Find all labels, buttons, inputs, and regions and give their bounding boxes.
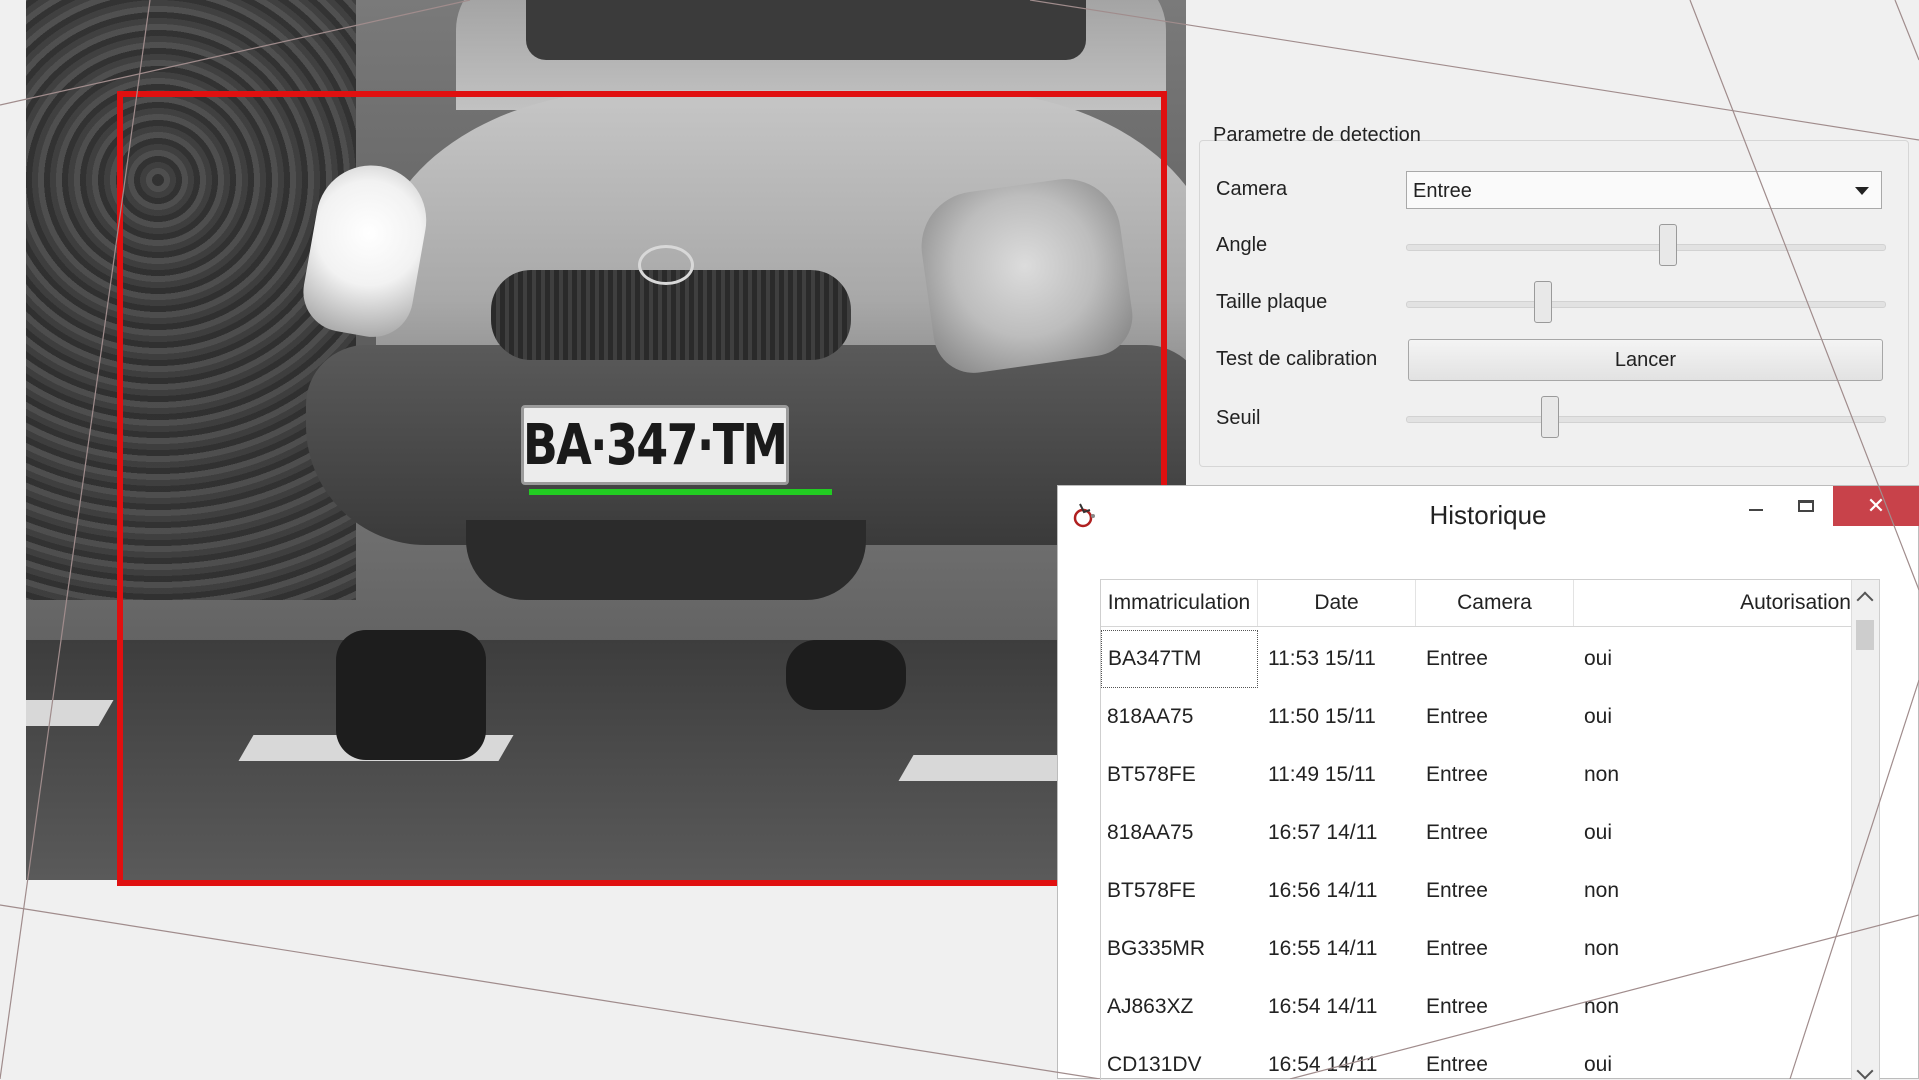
- table-header: Immatriculation Date Camera Autorisation: [1101, 580, 1852, 627]
- close-icon: ✕: [1866, 493, 1886, 518]
- cell-camera[interactable]: Entree: [1416, 978, 1574, 1036]
- cell-plate[interactable]: BT578FE: [1101, 746, 1258, 804]
- cell-date[interactable]: 11:50 15/11: [1258, 688, 1416, 746]
- threshold-slider-thumb[interactable]: [1541, 396, 1559, 438]
- maximize-button[interactable]: [1783, 486, 1829, 526]
- threshold-slider[interactable]: [1406, 396, 1886, 438]
- vehicle-detection-box: [117, 91, 1167, 886]
- table-row[interactable]: 818AA75 11:50 15/11 Entree oui: [1101, 688, 1852, 746]
- cell-plate[interactable]: AJ863XZ: [1101, 978, 1258, 1036]
- plate-size-slider[interactable]: [1406, 281, 1886, 323]
- cell-date[interactable]: 11:53 15/11: [1258, 630, 1416, 688]
- column-header-camera[interactable]: Camera: [1416, 580, 1574, 626]
- cell-authorization[interactable]: oui: [1574, 1036, 1852, 1080]
- scroll-thumb[interactable]: [1856, 620, 1874, 650]
- cell-camera[interactable]: Entree: [1416, 630, 1574, 688]
- cell-date[interactable]: 16:54 14/11: [1258, 978, 1416, 1036]
- cell-plate[interactable]: 818AA75: [1101, 688, 1258, 746]
- cell-plate[interactable]: 818AA75: [1101, 804, 1258, 862]
- cell-plate[interactable]: BT578FE: [1101, 862, 1258, 920]
- cell-authorization[interactable]: non: [1574, 920, 1852, 978]
- cell-plate[interactable]: CD131DV: [1101, 1036, 1258, 1080]
- angle-slider[interactable]: [1406, 224, 1886, 266]
- history-table[interactable]: Immatriculation Date Camera Autorisation…: [1100, 579, 1880, 1080]
- cell-authorization[interactable]: non: [1574, 862, 1852, 920]
- history-window: Historique ✕ Immatriculation Date Camera…: [1057, 485, 1919, 1080]
- minimize-icon: [1749, 509, 1763, 511]
- column-header-authorization[interactable]: Autorisation: [1574, 580, 1852, 626]
- run-calibration-button[interactable]: Lancer: [1408, 339, 1883, 381]
- cell-authorization[interactable]: non: [1574, 978, 1852, 1036]
- cell-date[interactable]: 16:55 14/11: [1258, 920, 1416, 978]
- plate-size-label: Taille plaque: [1216, 291, 1328, 313]
- threshold-slider-track[interactable]: [1406, 416, 1886, 423]
- cell-camera[interactable]: Entree: [1416, 746, 1574, 804]
- road-marking: [26, 700, 114, 726]
- cell-camera[interactable]: Entree: [1416, 1036, 1574, 1080]
- maximize-icon: [1798, 500, 1814, 512]
- table-row[interactable]: BA347TM 11:53 15/11 Entree oui: [1101, 630, 1852, 688]
- scroll-up-icon[interactable]: [1856, 591, 1874, 609]
- close-button[interactable]: ✕: [1833, 486, 1919, 526]
- cell-date[interactable]: 16:57 14/11: [1258, 804, 1416, 862]
- angle-slider-track[interactable]: [1406, 244, 1886, 251]
- camera-select-value: Entree: [1413, 180, 1472, 202]
- cell-plate[interactable]: BG335MR: [1101, 920, 1258, 978]
- minimize-button[interactable]: [1733, 486, 1779, 526]
- plate-size-slider-thumb[interactable]: [1533, 281, 1552, 323]
- cell-authorization[interactable]: oui: [1574, 804, 1852, 862]
- cell-plate[interactable]: BA347TM: [1101, 630, 1258, 688]
- cell-date[interactable]: 16:54 14/11: [1258, 1036, 1416, 1080]
- table-row[interactable]: BG335MR 16:55 14/11 Entree non: [1101, 920, 1852, 978]
- detection-panel-title: Parametre de detection: [1213, 124, 1421, 146]
- chevron-down-icon[interactable]: [1855, 187, 1869, 195]
- column-header-plate[interactable]: Immatriculation: [1101, 580, 1258, 626]
- cell-camera[interactable]: Entree: [1416, 920, 1574, 978]
- table-row[interactable]: BT578FE 16:56 14/11 Entree non: [1101, 862, 1852, 920]
- table-row[interactable]: CD131DV 16:54 14/11 Entree oui: [1101, 1036, 1852, 1080]
- plate-size-slider-track[interactable]: [1406, 301, 1886, 308]
- cell-camera[interactable]: Entree: [1416, 804, 1574, 862]
- table-row[interactable]: AJ863XZ 16:54 14/11 Entree non: [1101, 978, 1852, 1036]
- cell-authorization[interactable]: oui: [1574, 688, 1852, 746]
- camera-label: Camera: [1216, 178, 1288, 200]
- table-scrollbar[interactable]: [1851, 580, 1879, 1080]
- cell-authorization[interactable]: oui: [1574, 630, 1852, 688]
- camera-select[interactable]: Entree: [1406, 171, 1882, 209]
- detection-panel: Parametre de detection Camera Entree Ang…: [1199, 0, 1919, 470]
- history-titlebar[interactable]: Historique ✕: [1058, 486, 1919, 544]
- cell-date[interactable]: 16:56 14/11: [1258, 862, 1416, 920]
- table-row[interactable]: 818AA75 16:57 14/11 Entree oui: [1101, 804, 1852, 862]
- threshold-label: Seuil: [1216, 407, 1261, 429]
- scroll-down-icon[interactable]: [1856, 1062, 1874, 1080]
- column-header-date[interactable]: Date: [1258, 580, 1416, 626]
- cell-camera[interactable]: Entree: [1416, 688, 1574, 746]
- cell-date[interactable]: 11:49 15/11: [1258, 746, 1416, 804]
- angle-label: Angle: [1216, 234, 1268, 256]
- angle-slider-thumb[interactable]: [1658, 224, 1677, 266]
- cell-authorization[interactable]: non: [1574, 746, 1852, 804]
- cell-camera[interactable]: Entree: [1416, 862, 1574, 920]
- calibration-label: Test de calibration: [1216, 348, 1378, 370]
- car-windshield: [526, 0, 1086, 60]
- table-row[interactable]: BT578FE 11:49 15/11 Entree non: [1101, 746, 1852, 804]
